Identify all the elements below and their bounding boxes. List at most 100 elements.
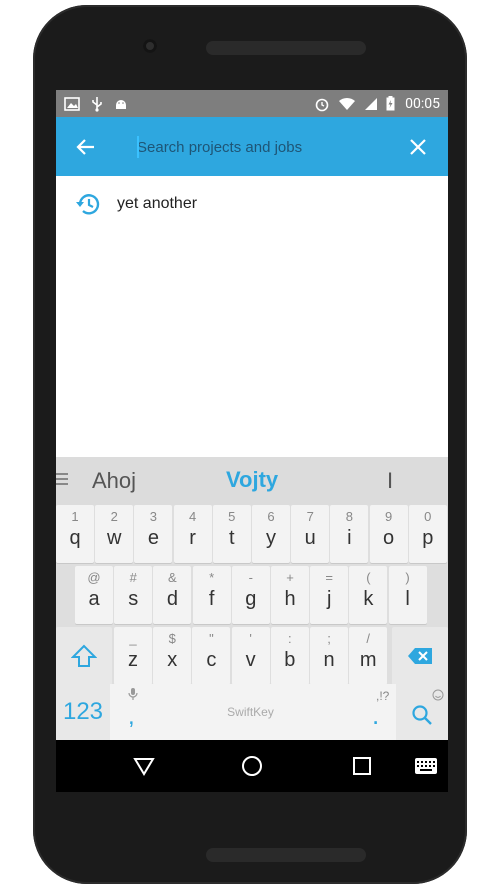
key-w[interactable]: 2w: [95, 505, 134, 563]
back-button[interactable]: [72, 133, 100, 161]
navigation-bar: [56, 740, 448, 792]
key-k[interactable]: (k: [349, 566, 388, 624]
key-y[interactable]: 6y: [252, 505, 290, 563]
key-q[interactable]: 1q: [56, 505, 94, 563]
search-input[interactable]: [137, 132, 397, 162]
key-x[interactable]: $ x: [153, 627, 192, 685]
search-key[interactable]: [396, 684, 448, 740]
key-secondary-label: 1: [71, 509, 79, 524]
keyboard-icon: [415, 758, 437, 774]
search-icon: [412, 705, 432, 725]
microphone-icon: [128, 688, 138, 700]
period-key[interactable]: ,!? .: [346, 684, 396, 740]
key-j[interactable]: = j: [310, 566, 349, 624]
nav-recents-button[interactable]: [348, 752, 376, 780]
key-primary-label: h: [284, 588, 296, 610]
key-secondary-label: *: [209, 570, 215, 585]
key-secondary-label: 7: [306, 509, 314, 524]
key-primary-label: f: [208, 588, 215, 610]
key-b[interactable]: :b: [270, 627, 309, 685]
key-i[interactable]: 8i: [330, 505, 369, 563]
space-key[interactable]: SwiftKey: [155, 684, 346, 740]
key-secondary-label: ): [405, 570, 410, 585]
number-mode-key[interactable]: 123: [56, 684, 110, 740]
backspace-key[interactable]: [392, 627, 448, 685]
key-primary-label: u: [304, 527, 316, 549]
comma-key[interactable]: ,: [110, 684, 155, 740]
key-g[interactable]: -g: [231, 566, 270, 624]
key-primary-label: l: [405, 588, 410, 610]
key-p[interactable]: 0p: [408, 505, 447, 563]
key-secondary-label: 0: [424, 509, 432, 524]
key-e[interactable]: 3e: [134, 505, 173, 563]
key-primary-label: m: [359, 649, 377, 671]
key-r[interactable]: 4r: [173, 505, 212, 563]
key-secondary-label: (: [366, 570, 371, 585]
key-u[interactable]: 7u: [291, 505, 330, 563]
nav-home-button[interactable]: [238, 752, 266, 780]
key-secondary-label: @: [87, 570, 101, 585]
key-secondary-label: 5: [228, 509, 236, 524]
key-primary-label: z: [128, 649, 138, 671]
key-z[interactable]: _ z: [114, 627, 152, 685]
nav-back-button[interactable]: [130, 752, 158, 780]
key-d[interactable]: & d: [153, 566, 192, 624]
battery-icon: [386, 96, 395, 111]
key-secondary-label: /: [366, 631, 370, 646]
key-secondary-label: 6: [267, 509, 275, 524]
key-primary-label: p: [422, 527, 434, 549]
prediction-right[interactable]: I: [387, 468, 393, 494]
text-cursor: [137, 136, 139, 158]
key-secondary-label: :: [287, 631, 292, 646]
backspace-icon: [408, 648, 432, 664]
key-secondary-label: ": [209, 631, 214, 646]
key-primary-label: b: [284, 649, 296, 671]
image-icon: [64, 96, 80, 111]
prediction-center[interactable]: Vojty: [226, 467, 278, 493]
period-label: .: [372, 700, 380, 730]
key-primary-label: d: [166, 588, 178, 610]
key-primary-label: g: [245, 588, 257, 610]
swiftkey-keyboard: Ahoj Vojty I 1 q 2 w 3 e 4 r 5 t 6 y 7 u 8 i 9 o 0 p @ a # s & d *…: [56, 457, 448, 740]
key-secondary-label: 2: [110, 509, 118, 524]
key-f[interactable]: * f: [192, 566, 231, 624]
key-l[interactable]: ) l: [388, 566, 427, 624]
keyboard-switch-button[interactable]: [412, 752, 440, 780]
key-secondary-label: 3: [149, 509, 157, 524]
history-icon: [76, 194, 100, 215]
key-primary-label: x: [167, 649, 178, 671]
swiftkey-logo: SwiftKey: [227, 705, 274, 719]
key-s[interactable]: # s: [114, 566, 153, 624]
shift-key[interactable]: [56, 627, 112, 685]
close-icon: [410, 139, 426, 155]
key-primary-label: n: [323, 649, 335, 671]
recent-search-item[interactable]: yet another: [56, 176, 448, 232]
clear-search-button[interactable]: [404, 133, 432, 161]
key-n[interactable]: ; n: [310, 627, 348, 685]
key-secondary-label: +: [286, 570, 294, 585]
key-primary-label: i: [347, 527, 352, 549]
shift-icon: [71, 644, 97, 667]
alarm-icon: [315, 98, 329, 111]
status-bar: 00:05: [56, 90, 448, 117]
prediction-left[interactable]: Ahoj: [92, 468, 136, 494]
key-a[interactable]: @ a: [75, 566, 113, 624]
key-secondary-label: 8: [345, 509, 353, 524]
key-o[interactable]: 9o: [369, 505, 408, 563]
key-primary-label: a: [88, 588, 100, 610]
android-icon: [116, 99, 126, 109]
usb-icon: [92, 96, 102, 112]
key-h[interactable]: + h: [271, 566, 309, 624]
key-c[interactable]: " c: [192, 627, 231, 685]
signal-icon: [365, 97, 378, 110]
comma-label: ,: [128, 703, 135, 730]
key-secondary-label: &: [168, 570, 177, 585]
key-t[interactable]: 5t: [212, 505, 251, 563]
key-primary-label: t: [229, 527, 235, 549]
menu-icon[interactable]: [56, 472, 70, 486]
key-v[interactable]: ' v: [231, 627, 270, 685]
front-camera: [143, 39, 157, 53]
key-m[interactable]: / m: [349, 627, 388, 685]
square-recents-icon: [353, 757, 371, 775]
screen: 00:05 yet another Ahoj Vojty I 1q2w3e4r5…: [56, 90, 448, 792]
